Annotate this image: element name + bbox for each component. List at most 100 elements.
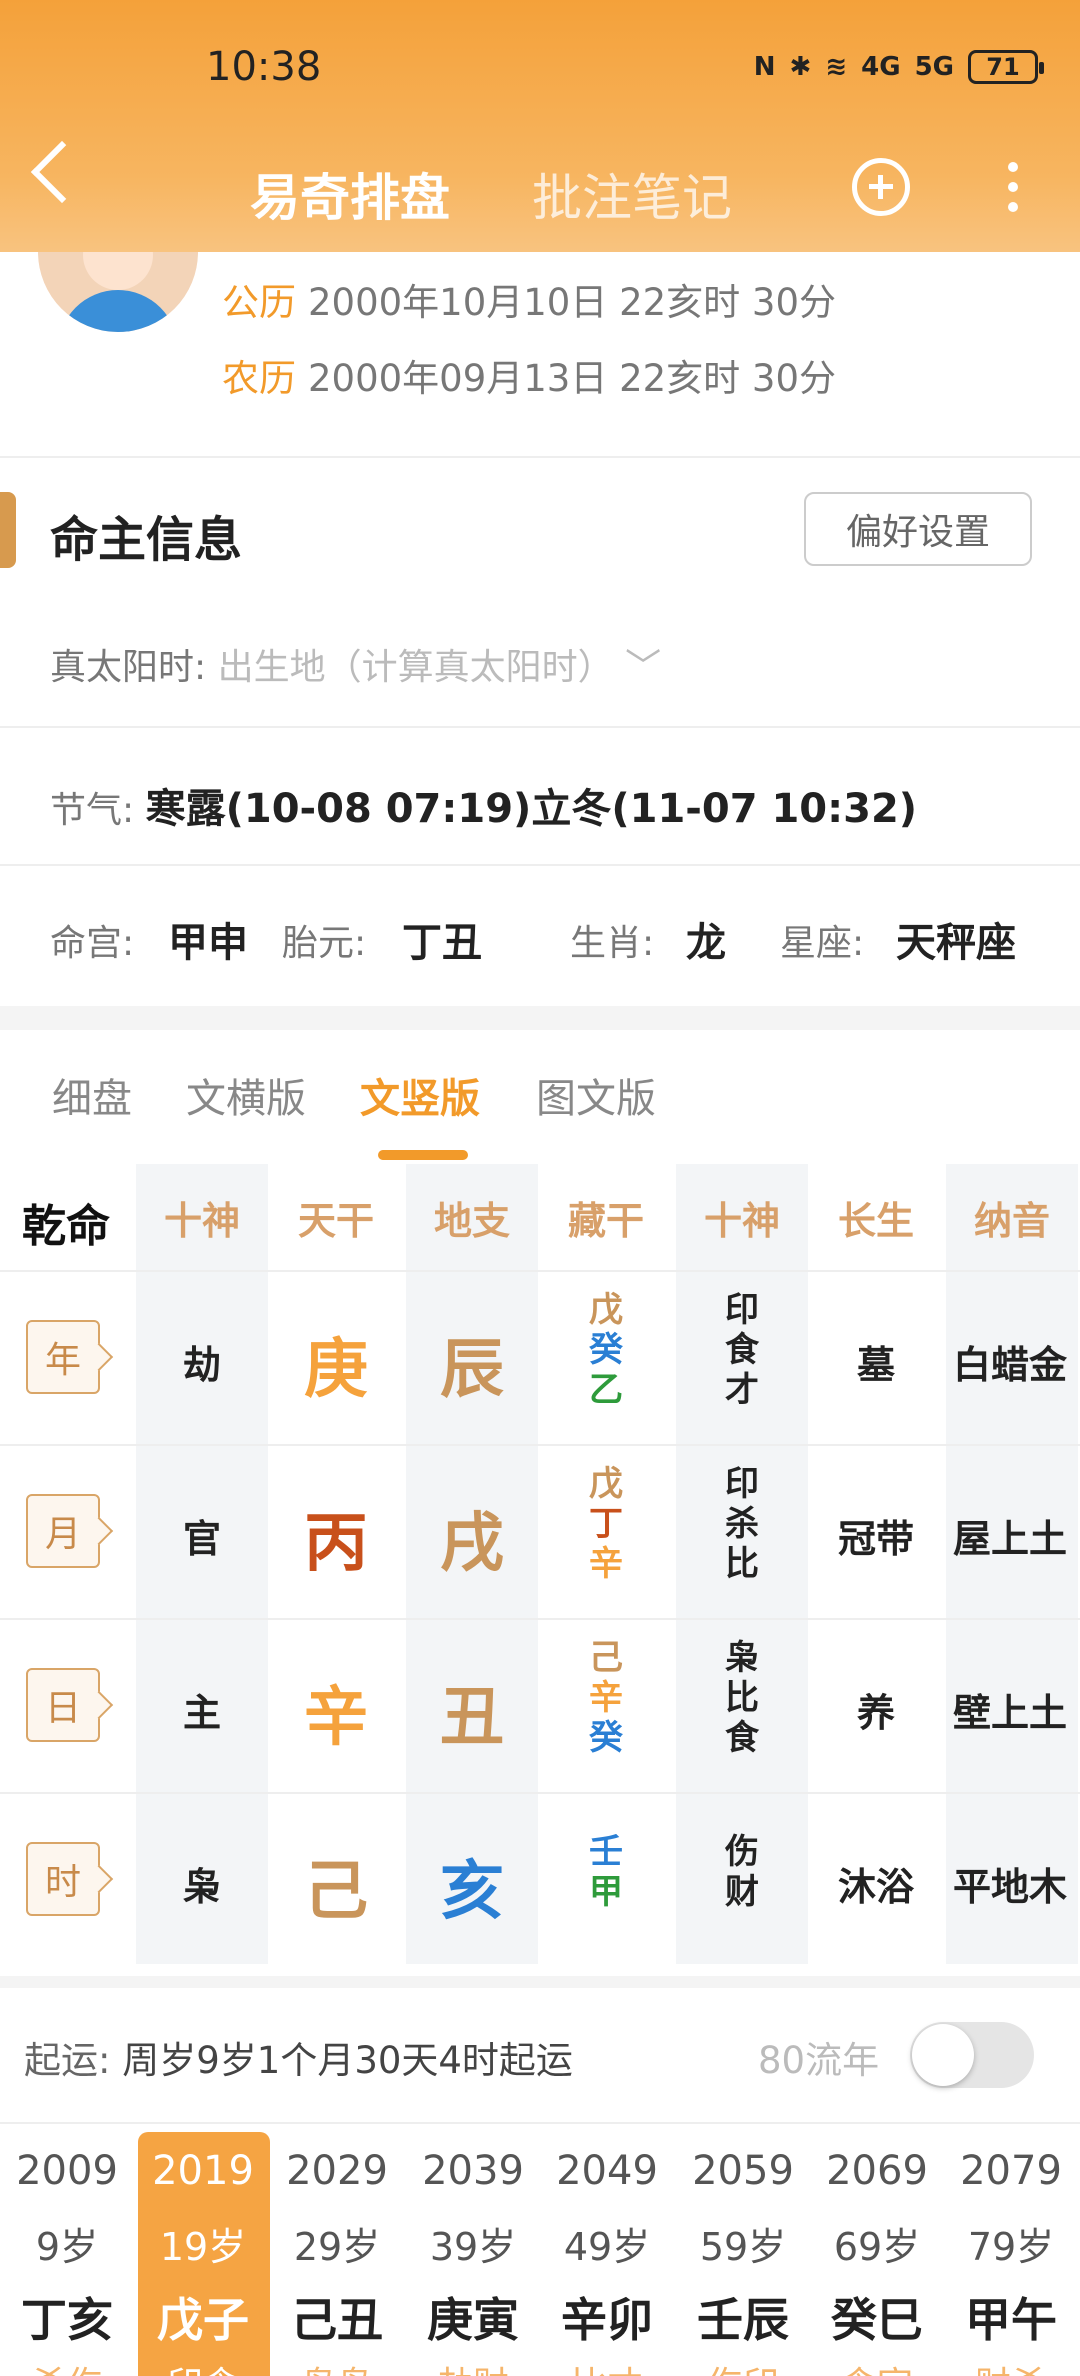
row-divider — [0, 1792, 1080, 1794]
day-changsheng: 养 — [856, 1691, 895, 1735]
active-tab-indicator — [378, 1150, 468, 1160]
day-cang-shishen: 枭比食 — [725, 1638, 759, 1758]
dayun-ganzhi: 辛卯 — [561, 2293, 653, 2347]
dayun-shishen: 劫财 — [406, 2356, 540, 2376]
dayun-ganzhi: 壬辰 — [697, 2293, 789, 2347]
lunar-label: 农历 — [222, 357, 296, 400]
year-canggan: 戊癸乙 — [589, 1290, 623, 1410]
toggle-knob — [912, 2024, 974, 2086]
lunar-value: 2000年09月13日 22亥时 30分 — [308, 357, 837, 400]
pillar-day-tag: 日 — [26, 1668, 100, 1742]
dayun-age: 59岁 — [699, 2225, 787, 2269]
month-gan: 丙 — [304, 1507, 368, 1581]
more-icon[interactable] — [1008, 162, 1018, 212]
tab-paipan[interactable]: 易奇排盘 — [250, 158, 450, 230]
year-changsheng: 墓 — [856, 1343, 895, 1387]
dayun-ganzhi: 己丑 — [291, 2293, 383, 2347]
dayun-shishen: 比才 — [540, 2356, 674, 2376]
month-zhi: 戌 — [440, 1507, 504, 1581]
dayun-year-selected[interactable]: 2019 — [136, 2148, 270, 2194]
column-bg — [136, 1164, 268, 1964]
add-icon[interactable] — [852, 158, 910, 216]
liunian-toggle[interactable] — [910, 2022, 1034, 2088]
dayun-ganzhi: 癸巳 — [831, 2293, 923, 2347]
section-title: 命主信息 — [50, 512, 243, 568]
birthplace-placeholder[interactable]: 出生地（计算真太阳时） — [218, 647, 614, 688]
signal-4g-icon: 4G — [861, 52, 901, 82]
dayun-shishen: 枭枭 — [270, 2356, 404, 2376]
year-nayin: 白蜡金 — [952, 1343, 1067, 1387]
divider — [0, 864, 1080, 866]
true-solar-row[interactable]: 真太阳时: 出生地（计算真太阳时） ﹀ — [50, 638, 661, 690]
layout-tabs: 细盘 文横版 文竖版 图文版 — [0, 1066, 1080, 1146]
minggong-value: 甲申 — [168, 920, 248, 966]
divider — [0, 2122, 1080, 2124]
section-separator — [0, 1976, 1080, 1988]
pillar-hour-tag: 时 — [26, 1842, 100, 1916]
tab-wenshu[interactable]: 文竖版 — [360, 1066, 480, 1124]
signal-5g-icon: 5G — [914, 52, 954, 82]
dayun-age-selected: 19岁 — [159, 2225, 247, 2269]
dayun-year[interactable]: 2049 — [540, 2148, 674, 2194]
dayun-ganzhi-selected: 戊子 — [157, 2293, 249, 2347]
month-canggan: 戊丁辛 — [589, 1464, 623, 1584]
chevron-down-icon[interactable]: ﹀ — [625, 647, 661, 688]
dayun-ganzhi: 庚寅 — [427, 2293, 519, 2347]
back-icon[interactable] — [30, 140, 94, 204]
dayun-shishen: 杀伤 — [0, 2356, 134, 2376]
solar-value: 2000年10月10日 22亥时 30分 — [308, 281, 837, 324]
tab-wenheng[interactable]: 文横版 — [186, 1066, 306, 1124]
dayun-year[interactable]: 2069 — [810, 2148, 944, 2194]
month-cang-shishen: 印杀比 — [725, 1464, 759, 1584]
qiyun-row: 起运: 周岁9岁1个月30天4时起运 — [24, 2030, 573, 2084]
year-zhi: 辰 — [440, 1333, 504, 1407]
tab-tuwen[interactable]: 图文版 — [536, 1066, 656, 1124]
lunar-date-row: 农历 2000年09月13日 22亥时 30分 — [222, 348, 836, 402]
dayun-year[interactable]: 2059 — [676, 2148, 810, 2194]
tab-xipan[interactable]: 细盘 — [52, 1066, 132, 1124]
header-canggan: 藏干 — [567, 1199, 644, 1243]
tab-notes[interactable]: 批注笔记 — [532, 158, 732, 230]
minggong-label: 命宫: — [50, 923, 135, 964]
month-changsheng: 冠带 — [837, 1517, 914, 1561]
day-zhi: 丑 — [440, 1681, 504, 1755]
preference-button[interactable]: 偏好设置 — [804, 492, 1032, 566]
header-changsheng: 长生 — [837, 1199, 914, 1243]
dayun-age: 49岁 — [563, 2225, 651, 2269]
column-bg — [946, 1164, 1078, 1964]
status-time: 10:38 — [206, 44, 322, 90]
dayun-year[interactable]: 2029 — [270, 2148, 404, 2194]
xingzuo-label: 星座: — [780, 923, 865, 964]
dayun-year[interactable]: 2039 — [406, 2148, 540, 2194]
hour-shishen: 枭 — [182, 1865, 221, 1909]
row-divider — [0, 1270, 1080, 1272]
dayun-year[interactable]: 2009 — [0, 2148, 134, 2194]
day-canggan: 己辛癸 — [589, 1638, 623, 1758]
section-marker — [0, 492, 16, 568]
header-nayin: 纳音 — [973, 1199, 1050, 1243]
dayun-year[interactable]: 2079 — [944, 2148, 1078, 2194]
pillar-year-tag: 年 — [26, 1320, 100, 1394]
pillar-month-tag: 月 — [26, 1494, 100, 1568]
year-shishen: 劫 — [182, 1343, 221, 1387]
dayun-shishen: 伤印 — [676, 2356, 810, 2376]
qiyun-label: 起运: — [24, 2039, 111, 2082]
jieqi-value: 寒露(10-08 07:19)立冬(11-07 10:32) — [145, 786, 918, 832]
taiyuan-value: 丁丑 — [402, 920, 482, 966]
row-divider — [0, 1618, 1080, 1620]
shengxiao-label: 生肖: — [570, 923, 655, 964]
header-cang-shishen: 十神 — [703, 1199, 780, 1243]
day-shishen: 主 — [182, 1691, 221, 1735]
wifi-icon: ≋ — [825, 52, 848, 82]
status-icons: N ✱ ≋ 4G 5G 71 — [754, 50, 1044, 84]
dayun-ganzhi: 丁亥 — [21, 2293, 113, 2347]
section-separator — [0, 1006, 1080, 1030]
hour-cang-shishen: 伤财 — [725, 1832, 759, 1912]
jieqi-label: 节气: — [50, 790, 135, 831]
solar-label: 公历 — [222, 281, 296, 324]
hour-changsheng: 沐浴 — [837, 1865, 914, 1909]
dayun-shishen: 财杀 — [944, 2356, 1078, 2376]
true-solar-label: 真太阳时: — [50, 647, 207, 688]
liunian-label: 80流年 — [758, 2039, 880, 2082]
dayun-age: 39岁 — [429, 2225, 517, 2269]
